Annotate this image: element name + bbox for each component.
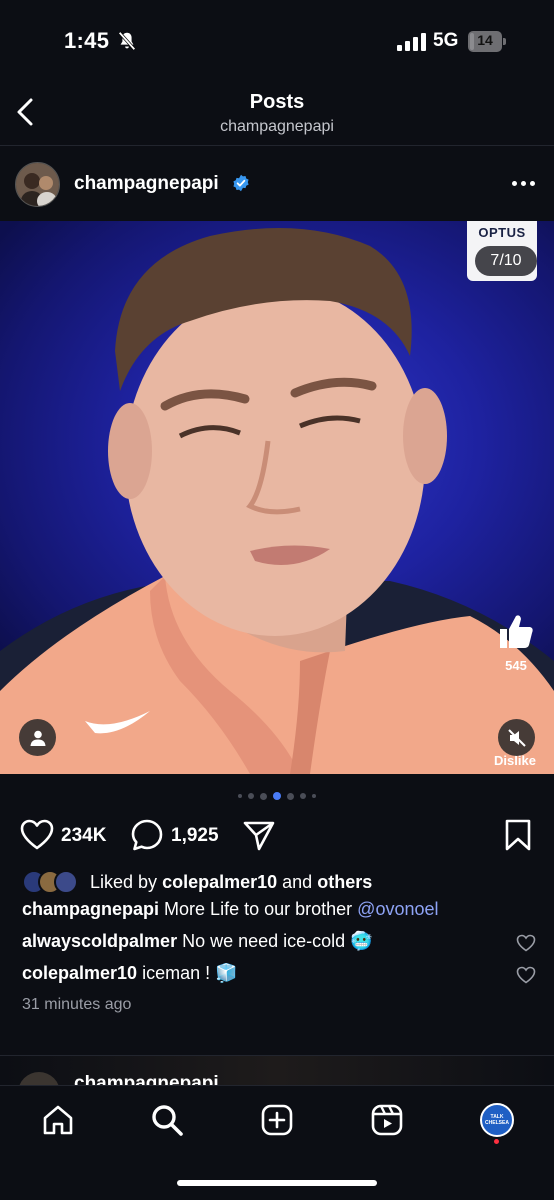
speaker-muted-icon	[507, 728, 526, 747]
tab-reels[interactable]	[365, 1100, 409, 1140]
bell-slash-icon	[118, 31, 136, 51]
share-icon[interactable]	[242, 818, 276, 852]
post-media[interactable]: OPTUS 7/10 545 Dislike	[0, 221, 554, 774]
caption-mention[interactable]: @ovonoel	[357, 899, 438, 919]
tab-create[interactable]	[255, 1100, 299, 1140]
liked-by-prefix: Liked by	[90, 872, 158, 892]
comment-icon[interactable]	[130, 818, 164, 852]
bookmark-icon[interactable]	[503, 818, 533, 852]
status-time: 1:45	[64, 28, 110, 53]
dot-icon	[529, 180, 535, 186]
like-count[interactable]: 234K	[61, 825, 106, 847]
thumbs-up-icon	[500, 615, 533, 648]
avatar[interactable]	[15, 162, 60, 207]
top-navigation: Posts champagnepapi	[0, 80, 554, 146]
liked-by-user[interactable]: colepalmer10	[162, 872, 277, 892]
battery-icon: 14	[468, 31, 506, 52]
tagged-users-button[interactable]	[19, 719, 56, 756]
carousel-dot	[260, 792, 267, 800]
mute-button[interactable]	[498, 719, 535, 756]
heart-icon[interactable]	[20, 818, 54, 852]
plus-square-icon	[261, 1104, 293, 1136]
page-title: Posts	[249, 91, 305, 113]
dot-icon	[511, 180, 517, 186]
profile-avatar: TALK CHELSEA	[480, 1103, 514, 1137]
comment-item: alwayscoldpalmer No we need ice-cold 🥶	[22, 931, 373, 952]
comment-like-heart-icon[interactable]	[516, 933, 536, 953]
comment-like-heart-icon[interactable]	[516, 965, 536, 985]
tab-home[interactable]	[36, 1100, 80, 1140]
comment-text: iceman ! 🧊	[142, 963, 238, 983]
verified-badge-icon	[233, 174, 249, 192]
liked-by-avatars	[22, 870, 88, 894]
overlay-like-count: 545	[505, 658, 527, 673]
dot-icon	[520, 180, 526, 186]
post-timestamp: 31 minutes ago	[22, 996, 132, 1013]
avatar	[54, 870, 78, 894]
status-bar: 1:45 5G 14	[0, 0, 554, 80]
tab-search[interactable]	[145, 1100, 189, 1140]
carousel-indicator	[0, 790, 554, 802]
sponsor-text: OPTUS	[478, 225, 526, 240]
search-icon	[152, 1105, 183, 1136]
more-options-button[interactable]	[506, 172, 540, 194]
tab-profile[interactable]: TALK CHELSEA	[475, 1100, 519, 1140]
post-actions: 234K 1,925	[0, 812, 554, 860]
network-label: 5G	[433, 30, 459, 51]
liked-by-row[interactable]: Liked by colepalmer10 and others	[22, 868, 542, 896]
user-icon	[30, 730, 45, 746]
reels-icon	[371, 1104, 403, 1136]
comment-item: colepalmer10 iceman ! 🧊	[22, 963, 238, 984]
next-post-preview[interactable]: champagnepapi	[0, 1055, 554, 1085]
post-username[interactable]: champagnepapi	[74, 173, 219, 195]
liked-by-and: and	[282, 872, 313, 892]
page-subtitle: champagnepapi	[220, 118, 334, 135]
home-indicator	[177, 1180, 377, 1186]
comment-username[interactable]: alwayscoldpalmer	[22, 931, 177, 951]
post-header: champagnepapi	[0, 146, 554, 221]
notification-dot	[494, 1139, 499, 1144]
profile-avatar-text: CHELSEA	[485, 1120, 509, 1126]
next-post-username[interactable]: champagnepapi	[74, 1073, 219, 1085]
carousel-dot	[287, 792, 294, 800]
caption-text: More Life to our brother	[164, 899, 353, 919]
carousel-dot	[273, 792, 281, 800]
caption-username[interactable]: champagnepapi	[22, 899, 159, 919]
comment-text: No we need ice-cold 🥶	[182, 931, 373, 951]
liked-by-text: Liked by colepalmer10 and others	[90, 872, 372, 893]
post-photo	[0, 228, 554, 774]
carousel-dot	[238, 794, 242, 798]
post-caption: champagnepapi More Life to our brother @…	[22, 899, 439, 920]
battery-level: 14	[477, 32, 493, 48]
comment-count[interactable]: 1,925	[171, 825, 219, 847]
cellular-signal-icon	[397, 33, 426, 51]
liked-by-others[interactable]: others	[317, 872, 372, 892]
carousel-dot	[312, 794, 316, 798]
comment-username[interactable]: colepalmer10	[22, 963, 137, 983]
home-icon	[43, 1105, 73, 1135]
carousel-dot	[248, 793, 254, 799]
carousel-page-counter: 7/10	[475, 246, 537, 276]
carousel-dot	[300, 793, 306, 799]
